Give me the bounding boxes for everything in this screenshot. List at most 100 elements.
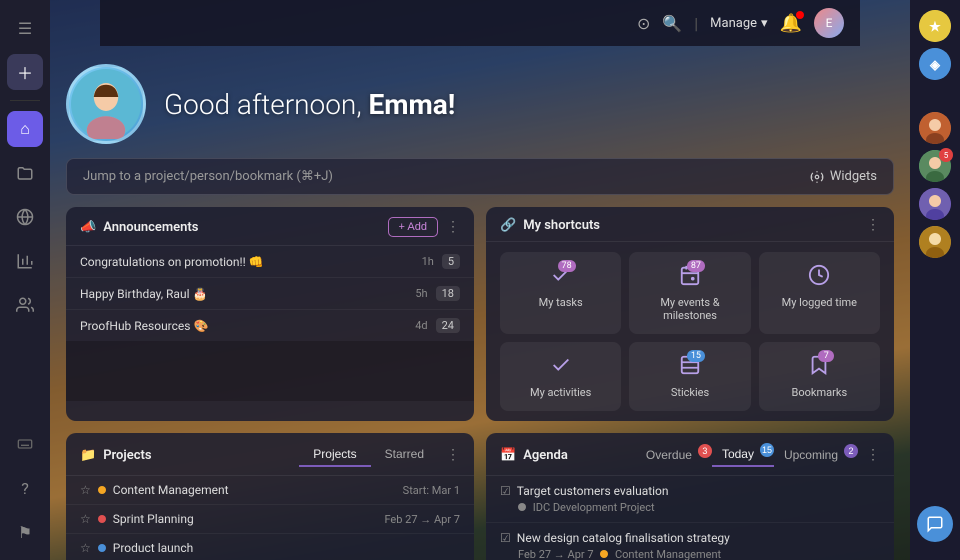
upcoming-badge: 2 [844,444,858,458]
globe-icon[interactable] [7,199,43,235]
rs-avatar-2[interactable]: ◈ [919,48,951,80]
manage-button[interactable]: Manage ▾ [710,16,767,31]
project-dot [98,486,106,494]
events-label: My events & milestones [637,296,742,322]
help-icon[interactable]: ? [7,470,43,506]
home-icon[interactable]: ⌂ [7,111,43,147]
announcements-card: 📣 Announcements + Add ⋮ Congratulations … [66,207,474,421]
announcements-more-button[interactable]: ⋮ [446,219,460,235]
overdue-badge: 3 [698,444,712,458]
add-icon[interactable]: ＋ [7,54,43,90]
bottom-widgets-row: 📁 Projects Projects Starred ⋮ ☆ [66,433,894,560]
rs-avatar-1[interactable]: ★ [919,10,951,42]
shortcut-activities[interactable]: My activities [500,342,621,411]
notification-dot [796,11,804,19]
search-bar[interactable]: Jump to a project/person/bookmark (⌘+J) … [66,158,894,195]
chat-button[interactable] [917,506,953,542]
folder-icon[interactable] [7,155,43,191]
announcements-icon: 📣 [80,220,96,235]
projects-title: 📁 Projects [80,448,152,463]
chart-icon[interactable] [7,243,43,279]
agenda-item-sub: IDC Development Project [518,501,880,514]
ann-meta-3: 4d [415,319,427,332]
hero-greeting: Good afternoon, Emma! [164,88,455,121]
projects-more-button[interactable]: ⋮ [446,447,460,463]
user-avatar-hero [66,64,146,144]
bookmarks-label: Bookmarks [792,386,848,399]
announcements-footer [66,341,474,401]
left-sidebar: ☰ ＋ ⌂ ? ⚑ [0,0,50,560]
shortcuts-title: 🔗 My shortcuts [500,218,600,233]
sidebar-divider [10,100,40,101]
tab-today[interactable]: Today 15 [712,443,774,467]
rs-avatar-3[interactable] [919,112,951,144]
agenda-tabs: Overdue 3 Today 15 Upcoming 2 [636,443,858,467]
projects-card: 📁 Projects Projects Starred ⋮ ☆ [66,433,474,560]
project-dot [98,515,106,523]
right-sidebar: ★ ◈ 5 [910,0,960,560]
projects-icon: 📁 [80,448,96,463]
shortcut-my-tasks[interactable]: 78 My tasks [500,252,621,334]
rs-avatar-5[interactable] [919,188,951,220]
menu-icon[interactable]: ☰ [7,10,43,46]
flag-icon[interactable]: ⚑ [7,514,43,550]
announcements-actions: + Add ⋮ [388,217,460,237]
shortcut-bookmarks[interactable]: 7 Bookmarks [759,342,880,411]
agenda-header: 📅 Agenda Overdue 3 Today 15 [486,433,894,476]
shortcuts-card: 🔗 My shortcuts ⋮ 78 My tasks [486,207,894,421]
shortcut-events[interactable]: 87 My events & milestones [629,252,750,334]
ann-count-1: 5 [442,254,460,269]
help-topbar-icon[interactable]: ⊙ [637,14,650,33]
agenda-dot [518,503,526,511]
tab-projects[interactable]: Projects [299,443,370,467]
tab-starred[interactable]: Starred [371,443,438,467]
shortcut-logged-time[interactable]: My logged time [759,252,880,334]
people-icon[interactable] [7,287,43,323]
tab-overdue[interactable]: Overdue 3 [636,444,712,466]
announcement-item: Congratulations on promotion!! 👊 1h 5 [66,246,474,278]
events-badge: 87 [687,260,705,272]
widgets-button[interactable]: Widgets [810,169,877,184]
shortcuts-icon: 🔗 [500,218,516,233]
activities-icon [550,354,572,381]
search-topbar-icon[interactable]: 🔍 [662,14,682,33]
content-area: Good afternoon, Emma! Jump to a project/… [50,46,910,560]
user-avatar-top[interactable]: E [814,8,844,38]
agenda-more-button[interactable]: ⋮ [866,447,880,463]
agenda-title: 📅 Agenda [500,448,568,463]
keyboard-icon[interactable] [7,426,43,462]
search-placeholder: Jump to a project/person/bookmark (⌘+J) [83,169,333,184]
projects-tabs: Projects Starred [299,443,438,467]
project-left: ☆ Content Management [80,483,229,497]
star-icon[interactable]: ☆ [80,512,91,526]
topbar: ⊙ 🔍 | Manage ▾ 🔔 E [100,0,860,46]
announcement-item: ProofHub Resources 🎨 4d 24 [66,310,474,341]
shortcuts-more-button[interactable]: ⋮ [866,217,880,233]
shortcut-stickies[interactable]: 15 Stickies [629,342,750,411]
agenda-item: ☑ Target customers evaluation IDC Develo… [486,476,894,523]
rs-avatar-4-wrap: 5 [919,150,951,182]
sidebar-bottom: ? ⚑ [7,426,43,550]
projects-actions: Projects Starred ⋮ [299,443,460,467]
ann-meta-2: 5h [415,287,427,300]
project-item: ☆ Product launch [66,534,474,560]
agenda-icon: 📅 [500,448,516,463]
notification-icon[interactable]: 🔔 [780,13,802,34]
time-icon [808,264,830,291]
agenda-item-title-2: ☑ New design catalog finalisation strate… [500,531,880,545]
svg-text:★: ★ [929,20,941,35]
activities-label: My activities [530,386,591,399]
announcement-item: Happy Birthday, Raul 🎂 5h 18 [66,278,474,310]
rs-avatar-6[interactable] [919,226,951,258]
ann-text-2: Happy Birthday, Raul 🎂 [80,287,207,301]
star-icon[interactable]: ☆ [80,483,91,497]
projects-header: 📁 Projects Projects Starred ⋮ [66,433,474,476]
rs-avatar-6-wrap [919,226,951,258]
star-icon[interactable]: ☆ [80,541,91,555]
announcements-add-button[interactable]: + Add [388,217,438,237]
rs-badge-4: 5 [939,148,953,162]
ann-count-2: 18 [436,286,460,301]
check-icon: ☑ [500,484,511,498]
tab-upcoming[interactable]: Upcoming 2 [774,444,858,466]
tasks-badge: 78 [558,260,576,272]
